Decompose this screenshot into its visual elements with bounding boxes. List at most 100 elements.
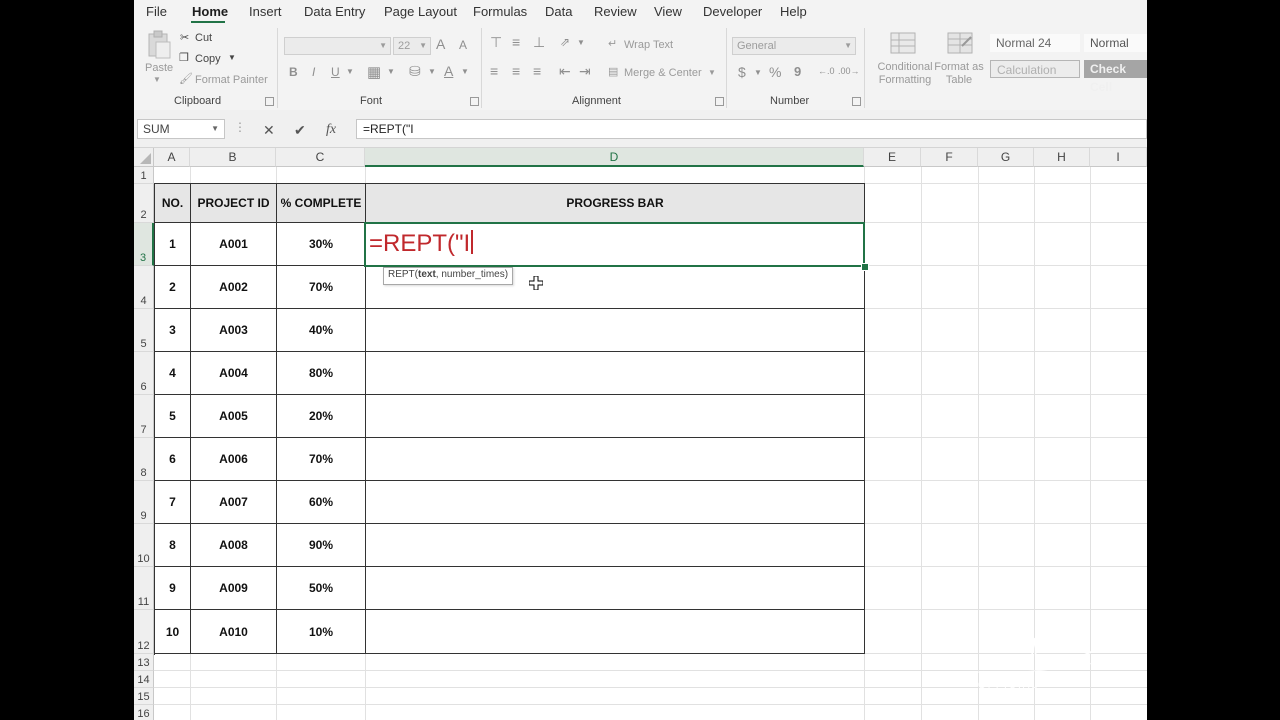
align-left-icon[interactable]: ≡ <box>490 63 498 79</box>
select-all-button[interactable] <box>134 148 154 167</box>
italic-button[interactable]: I <box>312 65 315 79</box>
column-header-c[interactable]: C <box>276 148 365 167</box>
merge-center-icon[interactable]: ▤ <box>608 65 618 78</box>
row-header-16[interactable]: 16 <box>134 705 154 720</box>
underline-button[interactable]: U <box>331 65 340 79</box>
row-header-12[interactable]: 12 <box>134 610 154 654</box>
copy-dropdown-icon[interactable]: ▼ <box>228 53 236 62</box>
enter-icon[interactable]: ✔ <box>294 122 306 139</box>
underline-dropdown-icon[interactable]: ▼ <box>346 67 354 76</box>
fill-color-icon[interactable]: ⛁ <box>409 63 421 80</box>
cell-no[interactable]: 5 <box>155 395 191 438</box>
row-header-1[interactable]: 1 <box>134 167 154 184</box>
font-name-select[interactable]: ▼ <box>284 37 391 55</box>
row-header-5[interactable]: 5 <box>134 309 154 352</box>
currency-button[interactable]: $ <box>738 64 746 80</box>
format-as-table-button[interactable]: Format as Table <box>934 61 984 87</box>
number-launcher-icon[interactable] <box>852 97 861 106</box>
cell-complete[interactable]: 30% <box>277 223 366 266</box>
cell-progress-bar[interactable] <box>366 610 865 654</box>
font-color-icon[interactable]: A <box>444 63 453 79</box>
decrease-decimal-icon[interactable]: .00→ <box>838 66 860 76</box>
tab-file[interactable]: File <box>146 4 167 19</box>
cell-progress-bar[interactable] <box>366 309 865 352</box>
cell-no[interactable]: 7 <box>155 481 191 524</box>
cell-project-id[interactable]: A010 <box>191 610 277 654</box>
align-middle-icon[interactable]: ≡ <box>512 34 520 50</box>
copy-icon[interactable]: ❐ <box>179 51 189 64</box>
cell-complete[interactable]: 70% <box>277 266 366 309</box>
cancel-icon[interactable]: ✕ <box>263 122 275 139</box>
cell-complete[interactable]: 60% <box>277 481 366 524</box>
row-header-15[interactable]: 15 <box>134 688 154 705</box>
cell-no[interactable]: 9 <box>155 567 191 610</box>
currency-dropdown-icon[interactable]: ▼ <box>754 68 762 77</box>
borders-icon[interactable]: ▦ <box>367 63 381 81</box>
conditional-formatting-icon[interactable] <box>890 32 916 59</box>
grow-font-button[interactable]: A <box>436 36 445 52</box>
name-box[interactable]: SUM ▼ <box>137 119 225 139</box>
format-painter-icon[interactable]: 🖌 <box>179 72 193 85</box>
column-header-g[interactable]: G <box>978 148 1034 167</box>
cell-no[interactable]: 1 <box>155 223 191 266</box>
style-normal[interactable]: Normal <box>1084 34 1147 52</box>
orientation-dropdown-icon[interactable]: ▼ <box>577 38 585 47</box>
font-size-select[interactable]: 22 ▼ <box>393 37 431 55</box>
tab-data-entry[interactable]: Data Entry <box>304 4 365 19</box>
tab-help[interactable]: Help <box>780 4 807 19</box>
format-as-table-icon[interactable] <box>947 32 973 59</box>
column-header-d[interactable]: D <box>365 148 864 167</box>
orientation-icon[interactable]: ⇗ <box>560 35 570 49</box>
cell-no[interactable]: 3 <box>155 309 191 352</box>
formula-input[interactable]: =REPT("I <box>356 119 1147 139</box>
row-header-6[interactable]: 6 <box>134 352 154 395</box>
wrap-text-button[interactable]: Wrap Text <box>624 39 673 51</box>
cell-project-id[interactable]: A003 <box>191 309 277 352</box>
cell-project-id[interactable]: A009 <box>191 567 277 610</box>
fill-handle[interactable] <box>861 263 869 271</box>
cell-project-id[interactable]: A005 <box>191 395 277 438</box>
style-normal-24[interactable]: Normal 24 <box>990 34 1080 52</box>
cell-complete[interactable]: 50% <box>277 567 366 610</box>
row-header-2[interactable]: 2 <box>134 184 154 223</box>
shrink-font-button[interactable]: A <box>459 38 467 52</box>
style-calculation[interactable]: Calculation <box>990 60 1080 78</box>
cell-no[interactable]: 10 <box>155 610 191 654</box>
increase-indent-icon[interactable]: ⇥ <box>579 63 591 80</box>
merge-dropdown-icon[interactable]: ▼ <box>708 68 716 77</box>
wrap-text-icon[interactable]: ↵ <box>608 37 617 50</box>
cell-progress-bar[interactable] <box>366 352 865 395</box>
tab-review[interactable]: Review <box>594 4 637 19</box>
cell-complete[interactable]: 40% <box>277 309 366 352</box>
tab-data[interactable]: Data <box>545 4 572 19</box>
conditional-formatting-button[interactable]: Conditional Formatting <box>875 61 935 87</box>
tab-developer[interactable]: Developer <box>703 4 762 19</box>
decrease-indent-icon[interactable]: ⇤ <box>559 63 571 80</box>
comma-style-button[interactable]: 9 <box>794 64 801 79</box>
row-header-11[interactable]: 11 <box>134 567 154 610</box>
cell-progress-bar[interactable] <box>366 567 865 610</box>
function-tooltip[interactable]: REPT(text, number_times) <box>383 267 514 285</box>
cell-no[interactable]: 8 <box>155 524 191 567</box>
clipboard-launcher-icon[interactable] <box>265 97 274 106</box>
cell-complete[interactable]: 80% <box>277 352 366 395</box>
row-header-14[interactable]: 14 <box>134 671 154 688</box>
column-header-f[interactable]: F <box>921 148 978 167</box>
cell-complete[interactable]: 70% <box>277 438 366 481</box>
cell-progress-bar[interactable] <box>366 481 865 524</box>
cell-no[interactable]: 6 <box>155 438 191 481</box>
font-color-dropdown-icon[interactable]: ▼ <box>461 67 469 76</box>
column-header-a[interactable]: A <box>154 148 190 167</box>
column-header-b[interactable]: B <box>190 148 276 167</box>
tab-home[interactable]: Home <box>192 4 228 19</box>
copy-button[interactable]: Copy <box>195 53 221 65</box>
column-header-i[interactable]: I <box>1090 148 1147 167</box>
row-header-13[interactable]: 13 <box>134 654 154 671</box>
fill-color-dropdown-icon[interactable]: ▼ <box>428 67 436 76</box>
cell-complete[interactable]: 10% <box>277 610 366 654</box>
cell-project-id[interactable]: A004 <box>191 352 277 395</box>
header-complete[interactable]: % COMPLETE <box>277 184 366 223</box>
paste-dropdown-icon[interactable]: ▼ <box>153 75 161 84</box>
align-bottom-icon[interactable]: ⊥ <box>533 34 545 51</box>
cell-no[interactable]: 4 <box>155 352 191 395</box>
